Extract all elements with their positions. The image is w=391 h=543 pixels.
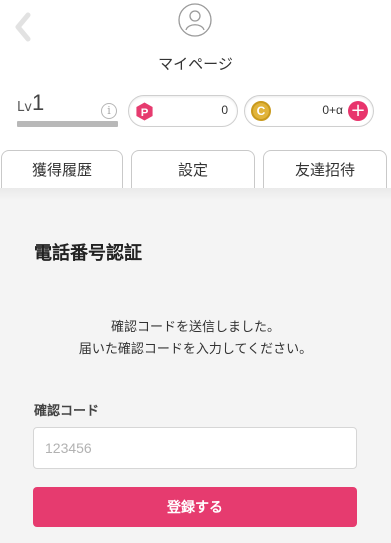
coin-icon: C <box>251 101 271 121</box>
c-coins-pill[interactable]: C 0+α + <box>244 95 374 127</box>
add-coins-button[interactable]: + <box>348 101 368 121</box>
settings-panel: 電話番号認証 確認コードを送信しました。 届いた確認コードを入力してください。 … <box>0 188 391 543</box>
p-points-pill[interactable]: P 0 <box>128 95 238 127</box>
tab-settings[interactable]: 設定 <box>131 150 255 188</box>
message-line-1: 確認コードを送信しました。 <box>110 320 280 335</box>
instruction-message: 確認コードを送信しました。 届いた確認コードを入力してください。 <box>0 317 391 361</box>
p-icon-letter: P <box>141 107 149 119</box>
tab-invite-friends[interactable]: 友達招待 <box>263 150 387 188</box>
verification-code-input[interactable] <box>33 427 357 469</box>
back-button[interactable] <box>12 10 34 44</box>
section-title: 電話番号認証 <box>34 243 142 264</box>
level-prefix: Lv <box>17 100 32 115</box>
tab-bar: 獲得履歴 設定 友達招待 <box>0 150 391 188</box>
level-progress-bar <box>17 121 118 127</box>
level-value: 1 <box>32 90 45 115</box>
page-title: マイページ <box>158 55 233 73</box>
register-button[interactable]: 登録する <box>33 487 357 527</box>
user-icon[interactable] <box>178 3 212 37</box>
level-progress-fill <box>17 121 118 127</box>
message-line-2: 届いた確認コードを入力してください。 <box>78 342 313 357</box>
p-points-value: 0 <box>221 103 228 117</box>
c-coins-value: 0+α <box>322 103 343 117</box>
code-field-label: 確認コード <box>34 404 100 419</box>
p-point-icon: P <box>136 102 153 121</box>
info-icon[interactable]: i <box>101 103 117 119</box>
chevron-left-icon <box>15 12 31 42</box>
tab-history[interactable]: 獲得履歴 <box>1 150 123 188</box>
